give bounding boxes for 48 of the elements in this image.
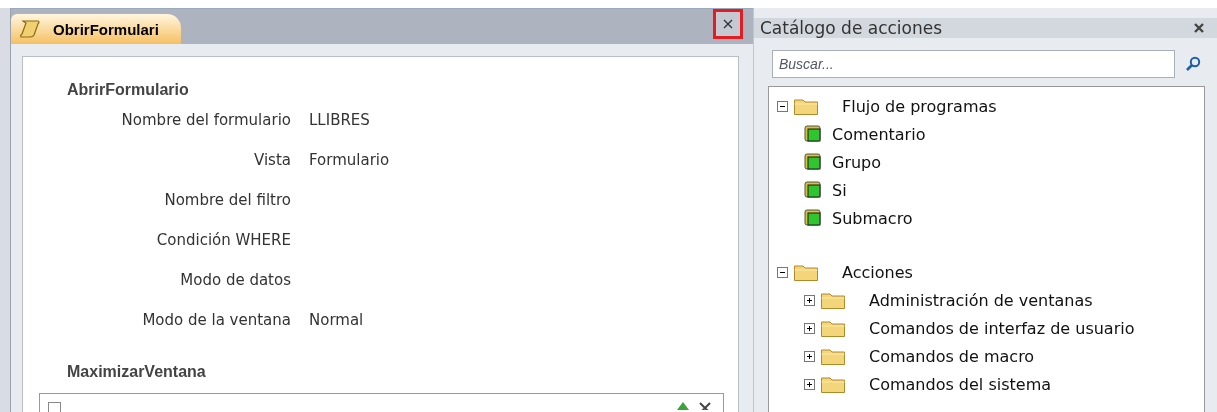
argument-value[interactable]: Normal (309, 305, 364, 345)
folder-icon (821, 291, 845, 309)
expander-icon[interactable] (804, 294, 815, 306)
catalog-title: Catálogo de acciones (760, 18, 943, 38)
block-icon (804, 209, 822, 227)
search-icon[interactable] (1185, 56, 1201, 72)
tree-item[interactable]: Grupo (832, 152, 882, 172)
collapse-icon[interactable] (48, 402, 61, 412)
argument-label: Nombre del filtro (164, 190, 291, 211)
folder-icon (821, 319, 845, 337)
folder-icon (794, 97, 818, 115)
expander-icon[interactable] (777, 266, 788, 278)
tree-item[interactable]: Flujo de programas (842, 96, 997, 116)
document-tab[interactable]: ObrirFormulari (11, 14, 181, 44)
argument-label: Condición WHERE (156, 230, 291, 251)
delete-icon[interactable] (699, 402, 711, 410)
argument-label: Modo de datos (180, 270, 291, 291)
block-icon (804, 153, 822, 171)
expander-icon[interactable] (804, 378, 815, 390)
tree-item[interactable]: Administración de ventanas (869, 290, 1093, 310)
argument-label: Nombre del formulario (121, 110, 291, 131)
argument-label: Modo de la ventana (142, 310, 291, 331)
argument-value[interactable]: Formulario (309, 145, 390, 185)
tree-item[interactable]: Comandos de interfaz de usuario (869, 318, 1135, 338)
action-name[interactable]: MaximizarVentana (67, 357, 738, 387)
tree-item[interactable]: Comandos de macro (869, 346, 1035, 366)
close-icon (722, 18, 734, 30)
folder-icon (794, 263, 818, 281)
tree-item[interactable]: Si (832, 180, 847, 200)
tree-item[interactable]: Comentario (832, 124, 926, 144)
block-icon (804, 181, 822, 199)
tree-item[interactable]: Submacro (832, 208, 913, 228)
expander-icon[interactable] (804, 322, 815, 334)
tree-item[interactable]: Comandos del sistema (869, 374, 1051, 394)
expander-icon[interactable] (804, 350, 815, 362)
block-icon (804, 125, 822, 143)
scroll-icon (19, 19, 41, 39)
argument-label: Vista (254, 150, 291, 171)
folder-icon (821, 347, 845, 365)
up-arrow-icon[interactable] (677, 402, 689, 410)
tree-item[interactable]: Acciones (842, 262, 913, 282)
argument-value[interactable]: LLIBRES (309, 105, 370, 145)
expander-icon[interactable] (777, 100, 788, 112)
folder-icon (821, 375, 845, 393)
close-button[interactable] (713, 9, 743, 39)
action-name[interactable]: AbrirFormulario (67, 75, 738, 105)
search-field[interactable]: Buscar... (772, 50, 1175, 78)
close-icon[interactable] (1193, 22, 1205, 34)
